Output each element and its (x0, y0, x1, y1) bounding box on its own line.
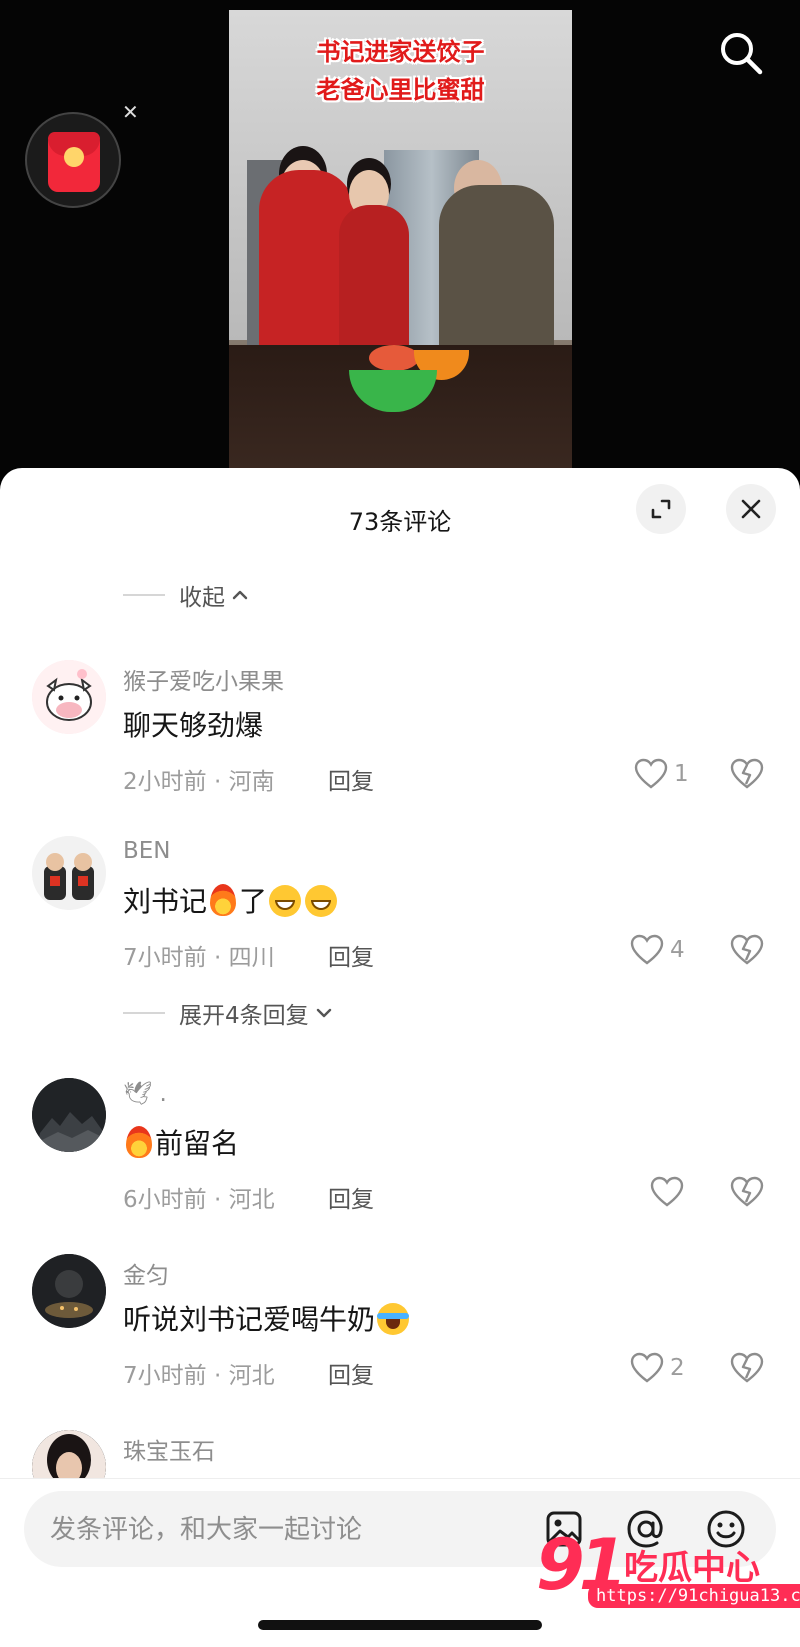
divider-line (123, 1012, 165, 1014)
avatar[interactable] (32, 1078, 106, 1152)
reply-button[interactable]: 回复 (328, 1356, 374, 1390)
expand-replies-label: 展开4条回复 (179, 1003, 309, 1029)
comment-text: 聊天够劲爆 (123, 709, 264, 742)
avatar[interactable] (32, 836, 106, 910)
video-frame[interactable]: 书记进家送饺子 老爸心里比蜜甜 (229, 10, 572, 470)
heart-icon (630, 1352, 664, 1383)
comment-text-part: 听说刘书记爱喝牛奶 (123, 1303, 376, 1336)
comment-item: BEN 刘书记了 7小时前 · 四川 回复 4 (0, 836, 800, 1006)
site-watermark: 91 吃瓜中心 https://91chigua13.com (536, 1524, 800, 1616)
comment-username[interactable]: 珠宝玉石 (123, 1432, 215, 1466)
comment-text: 听说刘书记爱喝牛奶 (123, 1298, 411, 1338)
comment-text-part: 前留名 (155, 1127, 240, 1160)
red-packet-coin (64, 147, 84, 167)
video-player[interactable]: 书记进家送饺子 老爸心里比蜜甜 ✕ (0, 0, 800, 470)
close-red-packet-icon[interactable]: ✕ (122, 100, 139, 124)
avatar[interactable] (32, 1254, 106, 1328)
broken-heart-icon (730, 1176, 764, 1207)
video-caption-line-1: 书记进家送饺子 (316, 38, 485, 66)
comment-meta: 6小时前 · 河北 (123, 1187, 275, 1213)
laugh-cry-emoji (377, 1303, 410, 1335)
like-count: 4 (670, 937, 685, 963)
comment-item: 🕊 . 前留名 6小时前 · 河北 回复 (0, 1078, 800, 1248)
comment-username[interactable]: 猴子爱吃小果果 (123, 662, 284, 696)
avatar[interactable] (32, 660, 106, 734)
comment-text: 前留名 (123, 1122, 239, 1162)
video-fruit (369, 345, 419, 371)
dislike-button[interactable] (730, 1176, 764, 1212)
heart-icon (650, 1176, 684, 1207)
comment-text-part: 了 (239, 885, 268, 918)
comment-meta: 2小时前 · 河南 (123, 769, 275, 795)
heart-icon (630, 934, 664, 965)
home-indicator[interactable] (258, 1620, 542, 1630)
comment-meta: 7小时前 · 四川 (123, 945, 275, 971)
grin-emoji (269, 885, 302, 917)
dislike-button[interactable] (730, 1352, 764, 1388)
heart-icon (634, 758, 668, 789)
comment-sheet: 73条评论 收起 猴子爱吃小果果 聊天够劲爆 2小时前 · 河南 回复 1 BE… (0, 468, 800, 1646)
comment-username[interactable]: 🕊 . (123, 1080, 167, 1107)
comment-username[interactable]: 金匀 (123, 1256, 169, 1290)
comment-item: 猴子爱吃小果果 聊天够劲爆 2小时前 · 河南 回复 1 (0, 660, 800, 830)
comment-text: 刘书记了 (123, 880, 339, 920)
broken-heart-icon (730, 934, 764, 965)
chevron-up-icon (232, 590, 248, 600)
comment-item: 金匀 听说刘书记爱喝牛奶 7小时前 · 河北 回复 2 (0, 1254, 800, 1424)
grin-emoji (305, 885, 338, 917)
broken-heart-icon (730, 758, 764, 789)
watermark-url: https://91chigua13.com (588, 1584, 800, 1608)
dislike-button[interactable] (730, 934, 764, 970)
collapse-replies-button[interactable]: 收起 (123, 578, 249, 612)
expand-replies-button[interactable]: 展开4条回复 (123, 996, 333, 1030)
fire-emoji (210, 884, 237, 916)
comment-text-part: 刘书记 (123, 885, 208, 918)
like-count: 2 (670, 1355, 685, 1381)
comment-username[interactable]: BEN (123, 838, 171, 864)
broken-heart-icon (730, 1352, 764, 1383)
comment-input[interactable] (48, 1491, 522, 1569)
like-button[interactable]: 4 (630, 934, 685, 966)
close-sheet-button[interactable] (726, 484, 776, 534)
chevron-down-icon (316, 1008, 331, 1018)
expand-icon (651, 499, 671, 519)
comment-meta: 7小时前 · 河北 (123, 1363, 275, 1389)
like-button[interactable]: 1 (634, 758, 689, 790)
divider-line (123, 594, 165, 596)
dislike-button[interactable] (730, 758, 764, 794)
collapse-label: 收起 (179, 585, 225, 611)
like-button[interactable] (650, 1176, 690, 1208)
red-packet-button[interactable] (25, 112, 121, 208)
reply-button[interactable]: 回复 (328, 938, 374, 972)
fire-emoji (126, 1126, 152, 1158)
close-icon (741, 499, 761, 519)
video-caption-line-2: 老爸心里比蜜甜 (316, 76, 485, 104)
like-count: 1 (674, 761, 689, 787)
like-button[interactable]: 2 (630, 1352, 685, 1384)
search-button[interactable] (716, 28, 766, 78)
reply-button[interactable]: 回复 (328, 1180, 374, 1214)
expand-sheet-button[interactable] (636, 484, 686, 534)
watermark-text: 吃瓜中心 (624, 1548, 760, 1588)
search-icon (721, 33, 763, 75)
reply-button[interactable]: 回复 (328, 762, 374, 796)
